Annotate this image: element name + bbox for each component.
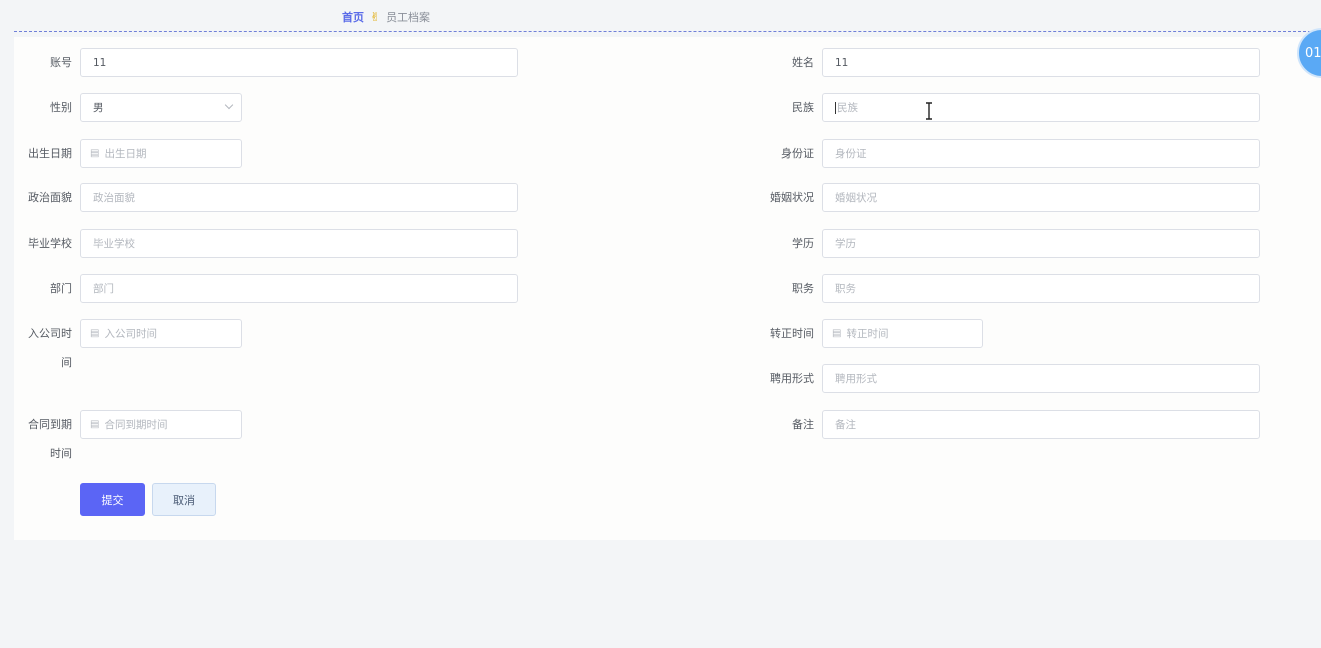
regular-date-picker[interactable]: ▤ 转正时间 (822, 319, 983, 348)
ethnicity-label: 民族 (792, 101, 814, 114)
position-label: 职务 (792, 282, 814, 295)
remark-placeholder: 备注 (835, 419, 856, 431)
join-date-placeholder: 入公司时间 (104, 328, 157, 340)
cancel-button[interactable]: 取消 (152, 483, 216, 516)
position-input[interactable]: 职务 (822, 274, 1260, 303)
calendar-icon: ▤ (90, 148, 100, 159)
account-label: 账号 (50, 56, 72, 69)
school-placeholder: 毕业学校 (93, 238, 135, 250)
employee-form: 账号 11 姓名 11 性别 男 民族 民族 出生日期 ▤ 出生日期 身份证 身… (14, 37, 1321, 540)
hand-icon: ✌ (370, 10, 381, 24)
join-date-label: 入公司时间 (28, 327, 72, 369)
breadcrumb-divider (14, 31, 1321, 32)
join-date-picker[interactable]: ▤ 入公司时间 (80, 319, 242, 348)
employment-type-label: 聘用形式 (770, 372, 814, 385)
remark-label: 备注 (792, 418, 814, 431)
ethnicity-input[interactable]: 民族 (822, 93, 1260, 122)
floating-timer-text: 01: (1305, 45, 1321, 61)
marital-status-placeholder: 婚姻状况 (835, 192, 877, 204)
employment-type-placeholder: 聘用形式 (835, 373, 877, 385)
regular-date-placeholder: 转正时间 (846, 328, 889, 340)
gender-value: 男 (93, 102, 104, 114)
political-status-label: 政治面貌 (28, 191, 72, 204)
id-card-label: 身份证 (781, 147, 814, 160)
contract-end-picker[interactable]: ▤ 合同到期时间 (80, 410, 242, 439)
calendar-icon: ▤ (90, 419, 100, 430)
department-label: 部门 (50, 282, 72, 295)
school-label: 毕业学校 (28, 237, 72, 250)
gender-label: 性别 (50, 101, 72, 114)
school-input[interactable]: 毕业学校 (80, 229, 518, 258)
name-value: 11 (835, 56, 849, 69)
regular-date-label: 转正时间 (770, 327, 814, 340)
account-value: 11 (93, 56, 107, 69)
position-placeholder: 职务 (835, 283, 856, 295)
birth-date-picker[interactable]: ▤ 出生日期 (80, 139, 242, 168)
department-placeholder: 部门 (93, 283, 114, 295)
name-input[interactable]: 11 (822, 48, 1260, 77)
education-input[interactable]: 学历 (822, 229, 1260, 258)
ethnicity-placeholder: 民族 (837, 102, 858, 114)
breadcrumb-home-link[interactable]: 首页 (342, 9, 364, 25)
calendar-icon: ▤ (832, 328, 842, 339)
breadcrumb: 首页 ✌ 员工档案 (342, 9, 430, 25)
text-cursor-icon (926, 102, 932, 120)
chevron-down-icon (224, 100, 234, 110)
text-caret (835, 101, 836, 114)
birth-date-label: 出生日期 (28, 147, 72, 160)
calendar-icon: ▤ (90, 328, 100, 339)
name-label: 姓名 (792, 56, 814, 69)
id-card-placeholder: 身份证 (835, 148, 867, 160)
submit-button[interactable]: 提交 (80, 483, 145, 516)
contract-end-placeholder: 合同到期时间 (104, 419, 168, 431)
breadcrumb-current: 员工档案 (386, 11, 431, 24)
employment-type-input[interactable]: 聘用形式 (822, 364, 1260, 393)
remark-input[interactable]: 备注 (822, 410, 1260, 439)
education-placeholder: 学历 (835, 238, 856, 250)
id-card-input[interactable]: 身份证 (822, 139, 1260, 168)
political-status-input[interactable]: 政治面貌 (80, 183, 518, 212)
contract-end-label: 合同到期时间 (28, 418, 72, 460)
marital-status-label: 婚姻状况 (770, 191, 814, 204)
birth-date-placeholder: 出生日期 (104, 148, 147, 160)
education-label: 学历 (792, 237, 814, 250)
department-input[interactable]: 部门 (80, 274, 518, 303)
marital-status-input[interactable]: 婚姻状况 (822, 183, 1260, 212)
account-input[interactable]: 11 (80, 48, 518, 77)
gender-select[interactable]: 男 (80, 93, 242, 122)
political-status-placeholder: 政治面貌 (93, 192, 135, 204)
